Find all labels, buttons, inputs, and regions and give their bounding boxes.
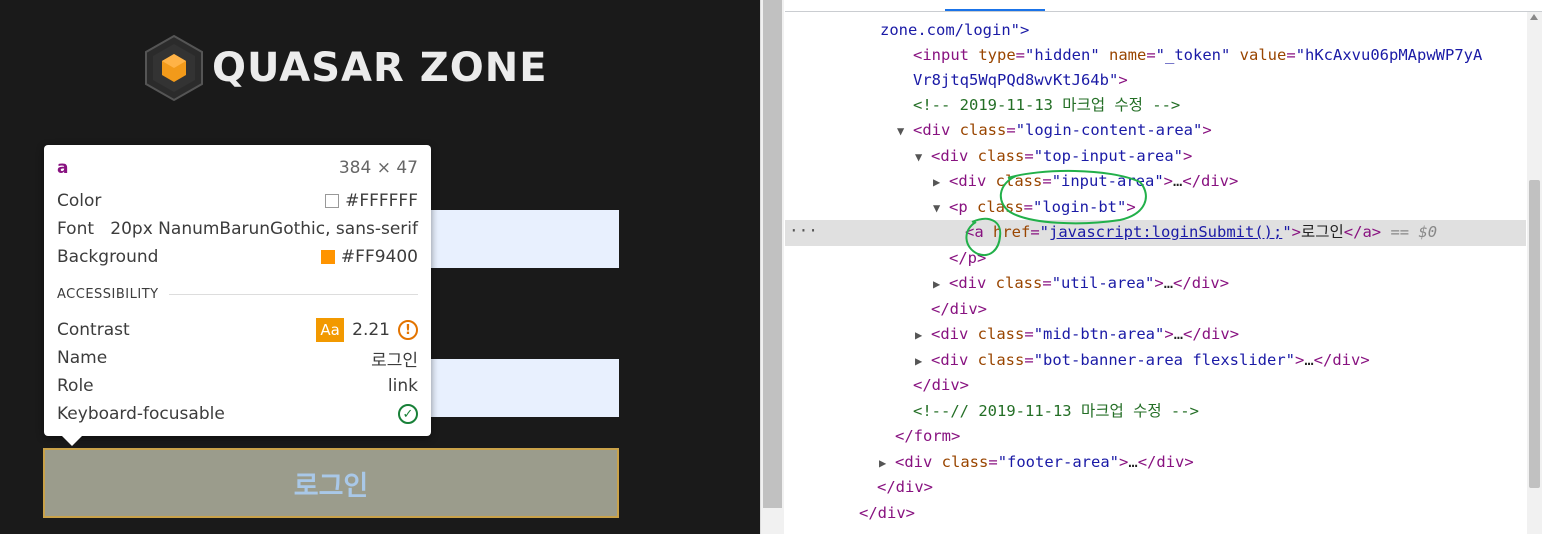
background-swatch: [320, 250, 335, 264]
check-icon: ✓: [398, 404, 418, 424]
site-logo[interactable]: QUASAR ZONE: [138, 30, 548, 106]
dom-line[interactable]: ▶ <div class="input-area">…</div>: [933, 169, 1238, 194]
logo-text: QUASAR ZONE: [212, 45, 548, 91]
color-value: #FFFFFF: [345, 191, 418, 211]
contrast-value: 2.21: [352, 320, 390, 340]
devtools-toolbar: [785, 0, 1542, 12]
name-value: 로그인: [371, 350, 418, 371]
dom-line[interactable]: <!--// 2019-11-13 마크업 수정 -->: [913, 399, 1199, 424]
dom-line[interactable]: ▶ <div class="bot-banner-area flexslider"…: [915, 348, 1370, 373]
background-value: #FF9400: [340, 247, 418, 267]
dom-line[interactable]: ▶ <div class="footer-area">…</div>: [879, 450, 1194, 475]
dom-line[interactable]: ▼ <div class="top-input-area">: [915, 144, 1192, 169]
role-label: Role: [57, 376, 94, 396]
dom-line[interactable]: zone.com/login">: [880, 18, 1029, 43]
dom-line[interactable]: <input type="hidden" name="_token" value…: [913, 43, 1482, 68]
dom-line[interactable]: </form>: [895, 424, 960, 449]
collapse-triangle-icon[interactable]: ▶: [915, 349, 931, 374]
dom-line[interactable]: </div>: [877, 475, 933, 500]
dom-line-selected[interactable]: <a href="javascript:loginSubmit();">로그인<…: [965, 220, 1437, 245]
login-button[interactable]: 로그인: [43, 448, 619, 518]
dom-line[interactable]: </div>: [931, 297, 987, 322]
contrast-label: Contrast: [57, 320, 130, 340]
web-page-viewport: QUASAR ZONE 로그인 a 384 × 47 Color #FFFFFF…: [0, 0, 760, 534]
more-options-icon[interactable]: ···: [789, 220, 818, 246]
expand-triangle-icon[interactable]: ▼: [915, 145, 931, 170]
role-value: link: [387, 376, 418, 396]
element-tag: a: [57, 158, 69, 178]
dom-line[interactable]: ▶ <div class="mid-btn-area">…</div>: [915, 322, 1239, 347]
dom-line[interactable]: ▼ <p class="login-bt">: [933, 195, 1136, 220]
collapse-triangle-icon[interactable]: ▶: [879, 451, 895, 476]
collapse-triangle-icon[interactable]: ▶: [933, 170, 949, 195]
dom-line[interactable]: <!-- 2019-11-13 마크업 수정 -->: [913, 93, 1180, 118]
contrast-badge: Aa: [316, 318, 345, 342]
color-swatch: [325, 194, 340, 208]
name-label: Name: [57, 348, 108, 368]
devtools-elements-panel: ··· zone.com/login"> <input type="hidden…: [785, 0, 1542, 534]
collapse-triangle-icon[interactable]: ▶: [915, 323, 931, 348]
accessibility-heading: ACCESSIBILITY: [57, 287, 418, 302]
warning-icon: !: [398, 320, 418, 340]
font-label: Font: [57, 219, 95, 239]
hexagon-logo-icon: [145, 34, 203, 102]
page-scrollbar-thumb[interactable]: [763, 0, 782, 508]
inspect-tooltip: a 384 × 47 Color #FFFFFF Font 20px Nanum…: [44, 145, 431, 436]
tooltip-arrow: [62, 436, 82, 446]
scroll-up-arrow-icon[interactable]: [1530, 14, 1538, 20]
dom-line[interactable]: Vr8jtq5WqPQd8wvKtJ64b">: [913, 68, 1128, 93]
dom-line[interactable]: ▶ <div class="util-area">…</div>: [933, 271, 1229, 296]
page-scrollbar[interactable]: [760, 0, 784, 534]
dom-line[interactable]: </div>: [859, 501, 915, 526]
expand-triangle-icon[interactable]: ▼: [933, 196, 949, 221]
dom-line[interactable]: </p>: [949, 246, 986, 271]
devtools-scrollbar-thumb[interactable]: [1529, 180, 1540, 488]
background-label: Background: [57, 247, 159, 267]
font-value: 20px NanumBarunGothic, sans-serif: [110, 219, 418, 239]
dom-line[interactable]: ▼ <div class="login-content-area">: [897, 118, 1212, 143]
expand-triangle-icon[interactable]: ▼: [897, 119, 913, 144]
active-tab-indicator: [945, 9, 1045, 11]
color-label: Color: [57, 191, 102, 211]
keyboard-label: Keyboard-focusable: [57, 404, 225, 424]
element-size: 384 × 47: [338, 158, 418, 178]
dom-line[interactable]: </div>: [913, 373, 969, 398]
devtools-scrollbar[interactable]: [1527, 12, 1542, 534]
collapse-triangle-icon[interactable]: ▶: [933, 272, 949, 297]
